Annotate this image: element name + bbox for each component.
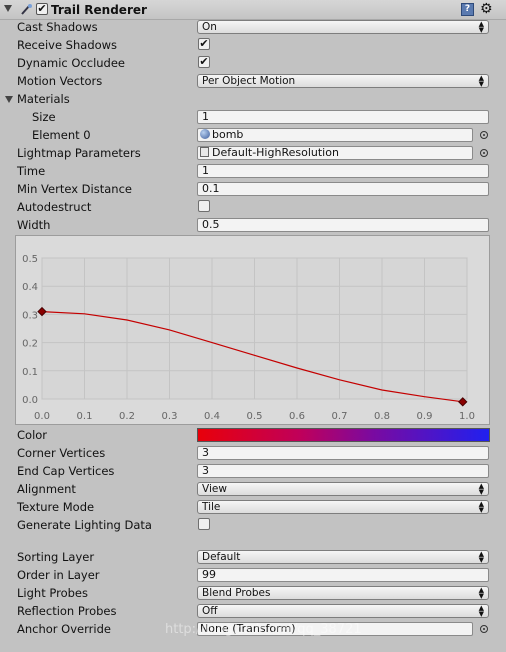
- reflection-probes-value: Off: [202, 605, 218, 617]
- motion-vectors-dropdown[interactable]: Per Object Motion ▲ ▼: [197, 74, 489, 88]
- width-field[interactable]: 0.5: [197, 218, 489, 232]
- reflection-probes-label: Reflection Probes: [17, 604, 117, 618]
- dropdown-arrows-icon: ▲ ▼: [478, 604, 484, 618]
- object-picker-icon[interactable]: [480, 131, 488, 139]
- y-tick-label: 0.3: [22, 310, 38, 321]
- alignment-value: View: [202, 483, 227, 495]
- order-in-layer-field[interactable]: 99: [197, 568, 489, 582]
- lightmap-asset-icon: [200, 147, 209, 157]
- lightmap-parameters-field[interactable]: Default-HighResolution: [197, 146, 473, 160]
- dropdown-arrows-icon: ▲ ▼: [478, 550, 484, 564]
- dynamic-occludee-label: Dynamic Occludee: [17, 56, 126, 70]
- light-probes-label: Light Probes: [17, 586, 88, 600]
- min-vertex-distance-field[interactable]: 0.1: [197, 182, 489, 196]
- y-tick-label: 0.2: [22, 339, 38, 350]
- color-gradient-field[interactable]: [197, 428, 490, 442]
- receive-shadows-checkbox[interactable]: ✔: [198, 38, 210, 50]
- corner-vertices-label: Corner Vertices: [17, 446, 106, 460]
- motion-vectors-label: Motion Vectors: [17, 74, 103, 88]
- width-label: Width: [17, 218, 51, 232]
- x-tick-label: 0.4: [204, 411, 220, 422]
- cast-shadows-dropdown[interactable]: On ▲ ▼: [197, 20, 489, 34]
- x-tick-label: 0.6: [289, 411, 305, 422]
- motion-vectors-value: Per Object Motion: [202, 75, 296, 87]
- color-label: Color: [17, 428, 48, 442]
- reflection-probes-dropdown[interactable]: Off ▲ ▼: [197, 604, 489, 618]
- component-title: Trail Renderer: [51, 3, 147, 17]
- texture-mode-dropdown[interactable]: Tile ▲ ▼: [197, 500, 489, 514]
- lightmap-parameters-value: Default-HighResolution: [212, 146, 339, 159]
- size-label: Size: [32, 110, 56, 124]
- element0-value: bomb: [212, 128, 244, 141]
- texture-mode-label: Texture Mode: [17, 500, 95, 514]
- sorting-layer-value: Default: [202, 551, 241, 563]
- width-curve-chart[interactable]: 0.0 0.1 0.2 0.3 0.4 0.5 0.6 0.7 0.8 0.9 1.0 0.0 0.1 0…: [16, 236, 489, 424]
- receive-shadows-label: Receive Shadows: [17, 38, 118, 52]
- object-picker-icon[interactable]: [480, 625, 488, 633]
- lightmap-parameters-label: Lightmap Parameters: [17, 146, 141, 160]
- x-tick-label: 0.2: [119, 411, 135, 422]
- x-tick-label: 1.0: [459, 411, 475, 422]
- anchor-override-field[interactable]: None (Transform): [197, 622, 473, 636]
- x-tick-label: 0.5: [247, 411, 263, 422]
- generate-lighting-data-label: Generate Lighting Data: [17, 518, 152, 532]
- alignment-dropdown[interactable]: View ▲ ▼: [197, 482, 489, 496]
- size-field[interactable]: 1: [197, 110, 489, 124]
- min-vertex-distance-label: Min Vertex Distance: [17, 182, 132, 196]
- materials-foldout-icon[interactable]: [5, 96, 13, 103]
- light-probes-value: Blend Probes: [202, 587, 271, 599]
- time-label: Time: [17, 164, 46, 178]
- generate-lighting-data-checkbox[interactable]: [198, 518, 210, 530]
- element0-label: Element 0: [32, 128, 91, 142]
- order-in-layer-label: Order in Layer: [17, 568, 100, 582]
- component-header[interactable]: ✔ Trail Renderer ? ⚙: [0, 0, 506, 20]
- dropdown-arrows-icon: ▲ ▼: [478, 20, 484, 34]
- corner-vertices-field[interactable]: 3: [197, 446, 489, 460]
- x-tick-label: 0.1: [77, 411, 93, 422]
- end-cap-vertices-label: End Cap Vertices: [17, 464, 115, 478]
- texture-mode-value: Tile: [202, 501, 221, 513]
- help-icon[interactable]: ?: [461, 3, 474, 16]
- dropdown-arrows-icon: ▲ ▼: [478, 586, 484, 600]
- x-tick-label: 0.8: [374, 411, 390, 422]
- element0-field[interactable]: bomb: [197, 128, 473, 142]
- light-probes-dropdown[interactable]: Blend Probes ▲ ▼: [197, 586, 489, 600]
- component-enabled-checkbox[interactable]: ✔: [36, 3, 48, 15]
- y-tick-label: 0.0: [22, 395, 38, 406]
- material-icon: [200, 129, 210, 139]
- x-tick-label: 0.3: [162, 411, 178, 422]
- y-tick-label: 0.4: [22, 282, 38, 293]
- cast-shadows-label: Cast Shadows: [17, 20, 98, 34]
- alignment-label: Alignment: [17, 482, 76, 496]
- x-tick-label: 0.7: [332, 411, 348, 422]
- autodestruct-checkbox[interactable]: [198, 200, 210, 212]
- cast-shadows-value: On: [202, 21, 217, 33]
- dropdown-arrows-icon: ▲ ▼: [478, 500, 484, 514]
- dropdown-arrows-icon: ▲ ▼: [478, 482, 484, 496]
- time-field[interactable]: 1: [197, 164, 489, 178]
- materials-label[interactable]: Materials: [17, 92, 70, 106]
- y-tick-label: 0.1: [22, 367, 38, 378]
- object-picker-icon[interactable]: [480, 149, 488, 157]
- dropdown-arrows-icon: ▲ ▼: [478, 74, 484, 88]
- anchor-override-label: Anchor Override: [17, 622, 111, 636]
- autodestruct-label: Autodestruct: [17, 200, 92, 214]
- sorting-layer-label: Sorting Layer: [17, 550, 95, 564]
- x-tick-label: 0.0: [34, 411, 50, 422]
- settings-gear-icon[interactable]: ⚙: [480, 1, 493, 17]
- dynamic-occludee-checkbox[interactable]: ✔: [198, 56, 210, 68]
- sorting-layer-dropdown[interactable]: Default ▲ ▼: [197, 550, 489, 564]
- y-tick-label: 0.5: [22, 254, 38, 265]
- foldout-arrow-icon[interactable]: [4, 5, 12, 12]
- width-curve-editor[interactable]: 0.0 0.1 0.2 0.3 0.4 0.5 0.6 0.7 0.8 0.9 1.0 0.0 0.1 0…: [15, 235, 490, 425]
- end-cap-vertices-field[interactable]: 3: [197, 464, 489, 478]
- x-tick-label: 0.9: [417, 411, 433, 422]
- trail-renderer-icon: [20, 3, 33, 16]
